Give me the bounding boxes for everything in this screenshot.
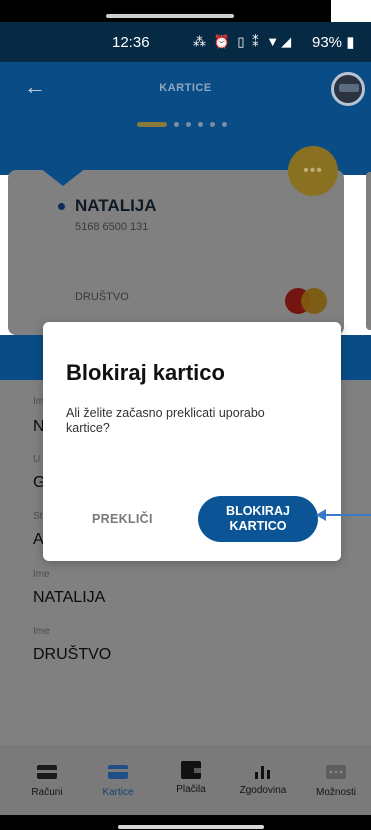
nav-label: Možnosti: [315, 787, 356, 798]
pager-active[interactable]: [137, 122, 167, 127]
more-dots-icon: •••: [303, 162, 323, 179]
field-label: U: [33, 454, 41, 465]
card-company: DRUŠTVO: [75, 291, 129, 303]
field-value: NATALIJA: [33, 589, 106, 606]
avatar[interactable]: [331, 72, 365, 106]
card-status-dot: [58, 203, 65, 210]
wallet-icon: [181, 761, 201, 779]
field-value: DRUŠTVO: [33, 646, 112, 663]
pager-dot[interactable]: [174, 122, 179, 127]
home-indicator[interactable]: [118, 825, 264, 829]
card-holder-name: NATALIJA: [75, 196, 157, 215]
nav-item-zgodovina[interactable]: Zgodovina: [233, 765, 293, 796]
pager-dot[interactable]: [210, 122, 215, 127]
bar-chart-icon: [255, 766, 270, 779]
status-time: 12:36: [112, 34, 150, 51]
card-options-button[interactable]: •••: [288, 146, 338, 196]
next-card-peek[interactable]: [366, 172, 371, 330]
wallet-card-icon: [37, 765, 57, 779]
mastercard-logo-yellow: [301, 288, 327, 314]
dialog-message: Ali želite začasno preklicati uporabo ka…: [66, 406, 265, 435]
nav-item-racuni[interactable]: Računi: [17, 765, 77, 798]
field-label: Ime: [33, 569, 50, 580]
top-system-bar: [0, 0, 371, 22]
cancel-button[interactable]: PREKLIČI: [92, 512, 153, 526]
dialog-title: Blokiraj kartico: [66, 360, 225, 385]
page-title: KARTICE: [159, 82, 212, 94]
block-button-label: BLOKIRAJ KARTICO: [226, 504, 290, 534]
nav-item-placila[interactable]: Plačila: [161, 761, 221, 795]
nav-item-moznosti[interactable]: Možnosti: [306, 765, 366, 798]
card-pager: [137, 122, 227, 127]
pager-dot[interactable]: [186, 122, 191, 127]
field-label: Ime: [33, 626, 50, 637]
nav-label: Plačila: [176, 784, 206, 795]
top-handle: [106, 14, 234, 18]
block-card-button[interactable]: BLOKIRAJ KARTICO: [198, 496, 318, 542]
nav-label: Zgodovina: [239, 785, 287, 796]
more-icon: [326, 765, 346, 779]
field-label: St: [33, 511, 43, 522]
credit-card-icon: [108, 765, 128, 779]
pager-dot[interactable]: [222, 122, 227, 127]
battery-indicator: 93% ▮: [312, 34, 355, 51]
block-button-line2: KARTICO: [229, 519, 287, 533]
status-bar: 12:36 ⁂ ⏰ ▯ ⁑ ▼◢ 93% ▮: [0, 22, 371, 62]
card-number: 5168 6500 131: [75, 221, 149, 233]
block-card-dialog: Blokiraj kartico Ali želite začasno prek…: [43, 322, 341, 561]
nav-label: Računi: [31, 787, 63, 798]
status-icons: ⁂ ⏰ ▯ ⁑ ▼◢: [193, 34, 294, 49]
annotation-arrow-icon: [316, 509, 371, 521]
nav-item-kartice[interactable]: Kartice: [88, 765, 148, 798]
block-button-line1: BLOKIRAJ: [226, 504, 290, 518]
pager-dot[interactable]: [198, 122, 203, 127]
battery-percent: 93%: [312, 34, 343, 51]
nav-label: Kartice: [102, 787, 134, 798]
top-corner: [331, 0, 371, 22]
